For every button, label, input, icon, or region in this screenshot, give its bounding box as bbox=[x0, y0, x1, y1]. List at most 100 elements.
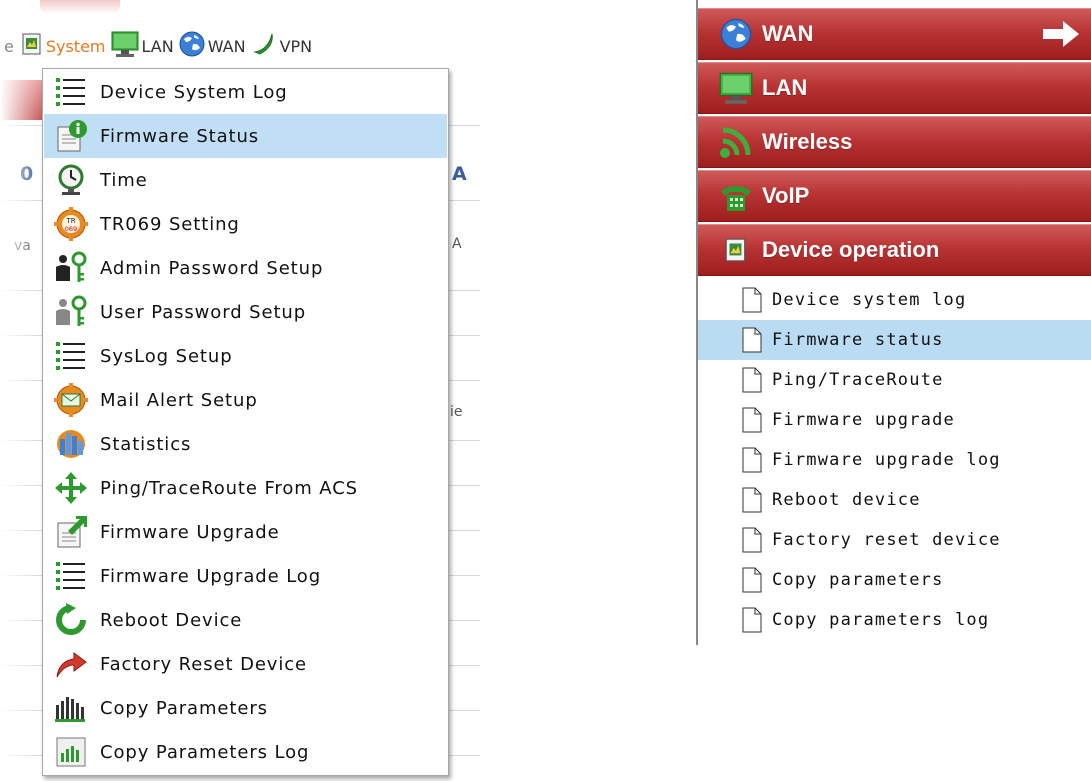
menu-item-user-password-setup[interactable]: User Password Setup bbox=[44, 290, 447, 334]
sidebar-item-label: Factory reset device bbox=[772, 530, 1001, 550]
sidebar-category-label: WAN bbox=[762, 21, 814, 46]
sidebar-item-firmware-upgrade[interactable]: Firmware upgrade bbox=[698, 400, 1091, 440]
background-text: A bbox=[452, 236, 462, 252]
sidebar-item-copy-parameters-log[interactable]: Copy parameters log bbox=[698, 600, 1091, 640]
background-text: A bbox=[452, 163, 467, 185]
navigation-sidebar: WAN LAN Wireless VoIP Device operation D… bbox=[696, 0, 1091, 645]
svg-text:069: 069 bbox=[65, 225, 77, 233]
user-key-icon bbox=[52, 293, 90, 331]
globe-icon bbox=[178, 30, 206, 62]
nav-item-lan[interactable]: LAN bbox=[110, 30, 174, 62]
sidebar-item-firmware-status[interactable]: Firmware status bbox=[698, 320, 1091, 360]
menu-item-copy-parameters[interactable]: Copy Parameters bbox=[44, 686, 447, 730]
nav-item-vpn[interactable]: VPN bbox=[250, 30, 313, 62]
sidebar-category-wireless[interactable]: Wireless bbox=[698, 116, 1091, 168]
background-text: 0 bbox=[20, 163, 34, 185]
menu-item-label: Ping/TraceRoute From ACS bbox=[100, 477, 358, 499]
copy-bars-icon bbox=[52, 689, 90, 727]
nav-fragment-label: e bbox=[4, 36, 14, 56]
sidebar-item-copy-parameters[interactable]: Copy parameters bbox=[698, 560, 1091, 600]
menu-item-factory-reset-device[interactable]: Factory Reset Device bbox=[44, 642, 447, 686]
sidebar-item-ping-traceroute[interactable]: Ping/TraceRoute bbox=[698, 360, 1091, 400]
nav-label: VPN bbox=[279, 36, 313, 56]
admin-key-icon bbox=[52, 249, 90, 287]
sidebar-item-label: Firmware status bbox=[772, 330, 944, 350]
menu-item-firmware-upgrade-log[interactable]: Firmware Upgrade Log bbox=[44, 554, 447, 598]
nav-label: WAN bbox=[207, 36, 246, 56]
menu-item-reboot-device[interactable]: Reboot Device bbox=[44, 598, 447, 642]
sidebar-category-label: VoIP bbox=[762, 183, 810, 208]
info-doc-icon bbox=[52, 117, 90, 155]
sidebar-item-label: Copy parameters bbox=[772, 570, 944, 590]
menu-item-label: Copy Parameters Log bbox=[100, 741, 310, 763]
menu-item-label: Reboot Device bbox=[100, 609, 243, 631]
menu-item-syslog-setup[interactable]: SysLog Setup bbox=[44, 334, 447, 378]
phone-icon bbox=[716, 176, 756, 216]
menu-item-firmware-upgrade[interactable]: Firmware Upgrade bbox=[44, 510, 447, 554]
menu-item-label: Firmware Upgrade bbox=[100, 521, 280, 543]
list-icon bbox=[52, 73, 90, 111]
background-tab bbox=[40, 0, 120, 14]
reset-arrow-icon bbox=[52, 645, 90, 683]
list-icon bbox=[52, 337, 90, 375]
menu-item-mail-alert-setup[interactable]: Mail Alert Setup bbox=[44, 378, 447, 422]
sidebar-item-reboot-device[interactable]: Reboot device bbox=[698, 480, 1091, 520]
sidebar-item-label: Firmware upgrade bbox=[772, 410, 955, 430]
menu-item-admin-password-setup[interactable]: Admin Password Setup bbox=[44, 246, 447, 290]
document-icon bbox=[740, 487, 764, 513]
document-icon bbox=[740, 327, 764, 353]
sidebar-item-device-system-log[interactable]: Device system log bbox=[698, 280, 1091, 320]
monitor-icon bbox=[110, 30, 140, 62]
menu-item-time[interactable]: Time bbox=[44, 158, 447, 202]
menu-item-label: Firmware Status bbox=[100, 125, 260, 147]
document-icon bbox=[740, 287, 764, 313]
sidebar-category-label: Device operation bbox=[762, 237, 940, 262]
arrow-right-icon bbox=[1041, 19, 1081, 53]
list-icon bbox=[52, 557, 90, 595]
system-dropdown-menu: Device System Log Firmware Status Time T… bbox=[42, 68, 449, 776]
move-arrows-icon bbox=[52, 469, 90, 507]
menu-item-label: Admin Password Setup bbox=[100, 257, 324, 279]
tr069-gear-icon: TR 069 bbox=[52, 205, 90, 243]
nav-label: LAN bbox=[141, 36, 174, 56]
sidebar-item-label: Device system log bbox=[772, 290, 967, 310]
sidebar-item-factory-reset-device[interactable]: Factory reset device bbox=[698, 520, 1091, 560]
menu-item-ping-traceroute-from-acs[interactable]: Ping/TraceRoute From ACS bbox=[44, 466, 447, 510]
menu-item-label: Firmware Upgrade Log bbox=[100, 565, 322, 587]
menu-item-copy-parameters-log[interactable]: Copy Parameters Log bbox=[44, 730, 447, 774]
top-navigation-bar: e System LAN WAN VPN bbox=[0, 26, 480, 66]
clock-icon bbox=[52, 161, 90, 199]
sidebar-category-label: LAN bbox=[762, 75, 808, 100]
nav-item-system[interactable]: System bbox=[20, 32, 106, 60]
nav-label: System bbox=[45, 36, 106, 56]
sidebar-item-label: Copy parameters log bbox=[772, 610, 990, 630]
sidebar-item-firmware-upgrade-log[interactable]: Firmware upgrade log bbox=[698, 440, 1091, 480]
document-icon bbox=[740, 447, 764, 473]
document-icon bbox=[740, 527, 764, 553]
sidebar-category-lan[interactable]: LAN bbox=[698, 62, 1091, 114]
menu-item-label: Device System Log bbox=[100, 81, 288, 103]
menu-item-device-system-log[interactable]: Device System Log bbox=[44, 70, 447, 114]
menu-item-label: Time bbox=[100, 169, 148, 191]
menu-item-label: Mail Alert Setup bbox=[100, 389, 258, 411]
menu-item-statistics[interactable]: Statistics bbox=[44, 422, 447, 466]
document-icon bbox=[740, 567, 764, 593]
sidebar-category-device-operation[interactable]: Device operation bbox=[698, 224, 1091, 276]
background-text: ie bbox=[450, 404, 463, 420]
document-icon bbox=[740, 607, 764, 633]
menu-item-label: Copy Parameters bbox=[100, 697, 268, 719]
copy-log-icon bbox=[52, 733, 90, 771]
menu-item-label: SysLog Setup bbox=[100, 345, 233, 367]
document-icon bbox=[740, 367, 764, 393]
nav-item-wan[interactable]: WAN bbox=[178, 30, 246, 62]
svg-text:TR: TR bbox=[65, 217, 75, 225]
sidebar-category-voip[interactable]: VoIP bbox=[698, 170, 1091, 222]
reboot-icon bbox=[52, 601, 90, 639]
menu-item-firmware-status[interactable]: Firmware Status bbox=[44, 114, 447, 158]
sidebar-category-wan[interactable]: WAN bbox=[698, 8, 1091, 60]
menu-item-tr069-setting[interactable]: TR 069 TR069 Setting bbox=[44, 202, 447, 246]
globe-icon bbox=[716, 14, 756, 54]
sidebar-category-label: Wireless bbox=[762, 129, 853, 154]
menu-item-label: TR069 Setting bbox=[100, 213, 240, 235]
sidebar-item-label: Ping/TraceRoute bbox=[772, 370, 944, 390]
